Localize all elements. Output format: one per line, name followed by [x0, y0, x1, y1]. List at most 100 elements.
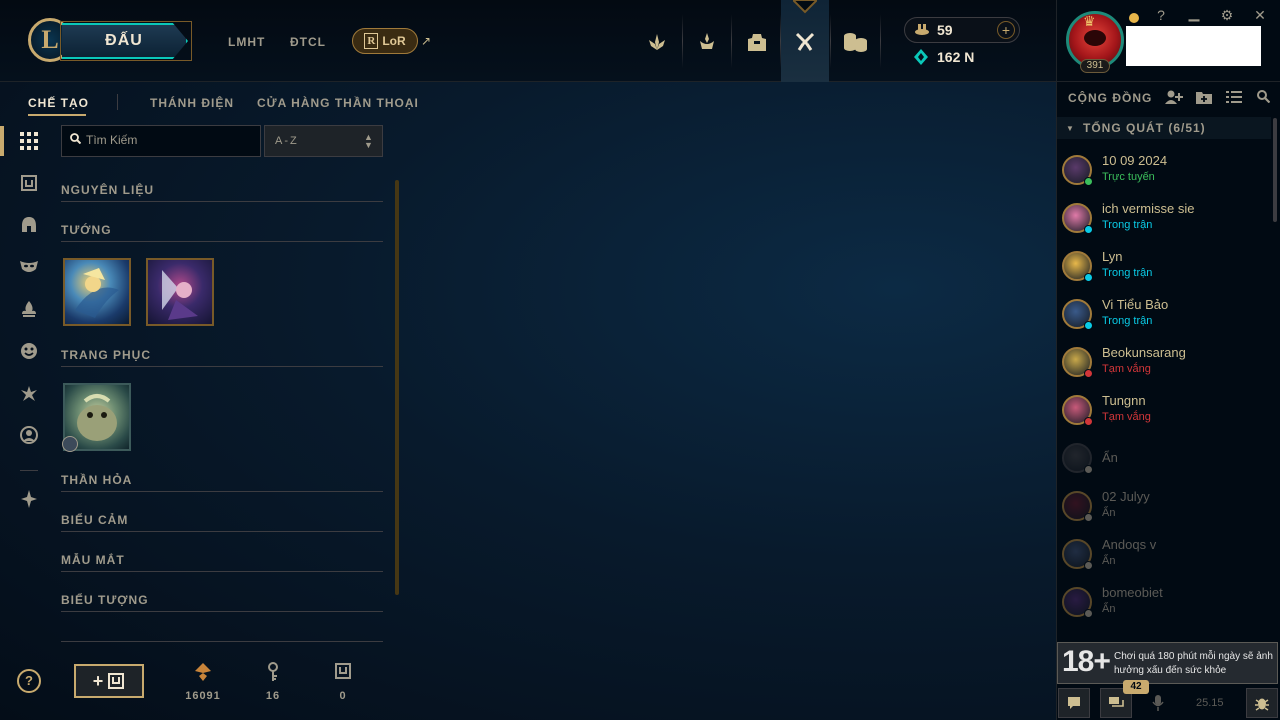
ward-flame-icon[interactable]: [17, 297, 41, 321]
play-button[interactable]: ĐẤU: [62, 23, 188, 59]
friend-status: Ẩn: [1102, 603, 1116, 615]
friend-name: ich vermisse sie: [1102, 201, 1195, 216]
friend-row[interactable]: Beokunsarang Tạm vắng: [1060, 343, 1270, 391]
friend-name: Tungnn: [1102, 393, 1146, 408]
social-scrollbar[interactable]: [1273, 118, 1277, 222]
misc-items-icon[interactable]: [17, 487, 41, 511]
minimize-icon[interactable]: ▁: [1186, 5, 1202, 22]
blue-essence-amount: 162 N: [937, 49, 975, 65]
friend-row[interactable]: ich vermisse sie Trong trận: [1060, 199, 1270, 247]
patch-version: 25.15: [1196, 697, 1224, 709]
search-input[interactable]: [86, 130, 256, 150]
level-badge: 391: [1080, 59, 1110, 73]
grid-all-icon[interactable]: [17, 129, 41, 153]
key-count: 16: [265, 690, 281, 702]
category-champions[interactable]: TƯỚNG: [61, 223, 112, 237]
category-materials[interactable]: NGUYÊN LIỆU: [61, 183, 154, 197]
loot-icon[interactable]: [781, 20, 829, 64]
friend-status: Ẩn: [1102, 507, 1116, 519]
friend-row[interactable]: Tungnn Tạm vắng: [1060, 391, 1270, 439]
tab-mythic-shop[interactable]: CỬA HÀNG THẦN THOẠI: [257, 96, 419, 110]
orange-essence-count: 16091: [185, 690, 221, 702]
social-search-icon[interactable]: [1257, 90, 1271, 106]
friend-status: Trong trận: [1102, 267, 1153, 279]
add-friend-icon[interactable]: [1165, 90, 1183, 107]
friend-status: Trực tuyến: [1102, 171, 1155, 183]
sort-caret-icon: ▲ ▼: [364, 132, 373, 150]
home-icon[interactable]: [633, 20, 681, 64]
friend-row[interactable]: 02 Julyy Ẩn: [1060, 487, 1270, 535]
tab-active-underline: [28, 114, 86, 116]
friend-name: Ẩn: [1102, 450, 1118, 465]
friend-status: Tạm vắng: [1102, 363, 1151, 375]
champion-shard-item[interactable]: [146, 258, 214, 326]
chat-icon[interactable]: [1058, 688, 1090, 718]
buy-rp-button[interactable]: +: [997, 21, 1015, 39]
tft-icon[interactable]: [683, 20, 731, 64]
tab-crafting[interactable]: CHẾ TẠO: [28, 96, 89, 110]
category-skins[interactable]: TRANG PHỤC: [61, 348, 151, 362]
summoner-name-redacted: [1126, 26, 1261, 66]
add-folder-icon[interactable]: [1196, 90, 1212, 107]
friend-status-dot: [1084, 369, 1093, 378]
chest-rail-icon[interactable]: [17, 171, 41, 195]
category-divider: [61, 611, 383, 612]
list-scrollbar[interactable]: [395, 180, 399, 595]
lor-button[interactable]: R LoR: [352, 28, 418, 54]
category-icons[interactable]: BIỂU TƯỢNG: [61, 593, 149, 607]
store-icon[interactable]: [831, 20, 879, 64]
lor-logo-icon: R: [364, 33, 379, 49]
collection-icon[interactable]: [733, 20, 781, 64]
emote-smile-icon[interactable]: [17, 339, 41, 363]
add-chest-button[interactable]: +: [74, 664, 144, 698]
list-bottom-divider: [61, 641, 383, 642]
status-indicator[interactable]: [1129, 13, 1139, 23]
category-divider: [61, 366, 383, 367]
friend-status-dot: [1084, 465, 1093, 474]
friend-row[interactable]: bomeobiet Ẩn: [1060, 583, 1270, 631]
friend-name: 10 09 2024: [1102, 153, 1168, 168]
category-eye-skins[interactable]: MẪU MẮT: [61, 553, 125, 567]
close-icon[interactable]: ✕: [1252, 7, 1268, 24]
skin-mask-icon[interactable]: [17, 255, 41, 279]
tft-link[interactable]: ĐTCL: [290, 35, 326, 49]
friend-row[interactable]: 10 09 2024 Trực tuyến: [1060, 151, 1270, 199]
friend-status-dot: [1084, 321, 1093, 330]
friend-status: Ẩn: [1102, 555, 1116, 567]
friend-status-dot: [1084, 609, 1093, 618]
category-divider: [61, 531, 383, 532]
blue-essence-icon: [914, 49, 928, 69]
friend-row[interactable]: Ẩn: [1060, 439, 1270, 487]
bug-report-icon[interactable]: [1246, 688, 1278, 718]
voice-mic-icon[interactable]: [1142, 688, 1174, 718]
friend-row[interactable]: Vi Tiểu Bảo Trong trận: [1060, 295, 1270, 343]
nav-active-notch: [793, 0, 817, 14]
key-icon: [261, 662, 285, 687]
friend-status-dot: [1084, 177, 1093, 186]
eye-skin-icon[interactable]: [17, 381, 41, 405]
summoner-icon-rail[interactable]: [17, 423, 41, 447]
category-divider: [61, 491, 383, 492]
crown-icon: ♛: [1083, 13, 1096, 29]
champion-shard-item[interactable]: [63, 258, 131, 326]
chest-count-icon: [331, 662, 355, 685]
champion-helmet-icon[interactable]: [17, 213, 41, 237]
friend-status-dot: [1084, 513, 1093, 522]
category-emotes[interactable]: BIỂU CẢM: [61, 513, 128, 527]
lol-link[interactable]: LMHT: [228, 35, 265, 49]
chest-count: 0: [339, 690, 347, 702]
category-wards[interactable]: THẦN HỎA: [61, 473, 132, 487]
friend-name: Lyn: [1102, 249, 1123, 264]
list-view-icon[interactable]: [1226, 90, 1242, 107]
tab-sanctum[interactable]: THÁNH ĐIỆN: [150, 96, 234, 110]
settings-gear-icon[interactable]: ⚙: [1219, 7, 1235, 24]
friend-row[interactable]: Andoqs v Ẩn: [1060, 535, 1270, 583]
friend-status: Trong trận: [1102, 315, 1153, 327]
category-divider: [61, 201, 383, 202]
help-button[interactable]: ?: [17, 669, 41, 693]
age-warning-text: Chơi quá 180 phút mỗi ngày sẽ ảnh hưởng …: [1114, 651, 1273, 676]
friend-name: 02 Julyy: [1102, 489, 1150, 504]
help-icon[interactable]: ?: [1153, 7, 1169, 23]
category-divider: [61, 241, 383, 242]
friend-row[interactable]: Lyn Trong trận: [1060, 247, 1270, 295]
